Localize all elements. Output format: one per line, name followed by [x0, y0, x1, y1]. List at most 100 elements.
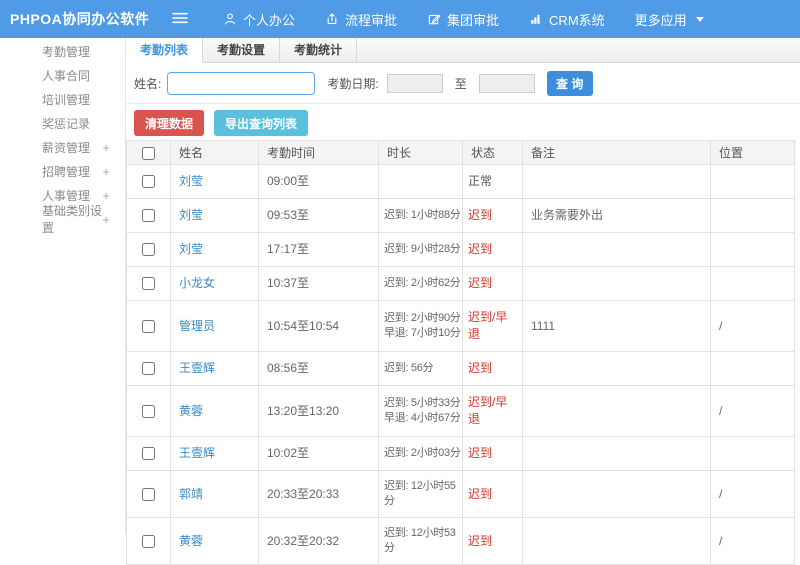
note-cell	[522, 436, 711, 471]
employee-name-link[interactable]: 郭靖	[179, 487, 203, 501]
note-cell	[522, 164, 711, 199]
tab-attendance-stats[interactable]: 考勤统计	[280, 38, 358, 62]
expand-plus-icon: +	[102, 163, 110, 179]
note-cell: 1111	[522, 300, 711, 352]
name-cell: 黄蓉	[170, 517, 259, 565]
sidebar-item-reward-punish-records[interactable]: 奖惩记录	[0, 111, 125, 135]
row-checkbox[interactable]	[142, 447, 155, 461]
approve-icon	[427, 12, 441, 26]
date-from-input[interactable]	[386, 73, 443, 93]
employee-name-link[interactable]: 黄蓉	[179, 534, 203, 548]
location-cell	[710, 266, 795, 301]
status-cell: 迟到	[462, 266, 523, 301]
row-checkbox[interactable]	[142, 487, 155, 501]
tab-attendance-list[interactable]: 考勤列表	[126, 38, 204, 63]
row-checkbox[interactable]	[142, 209, 155, 223]
location-cell: /	[710, 470, 795, 518]
status-badge: 迟到	[468, 276, 493, 290]
employee-name-link[interactable]: 小龙女	[179, 276, 215, 290]
row-checkbox[interactable]	[142, 277, 155, 291]
menu-toggle-button[interactable]	[172, 11, 188, 28]
status-cell: 迟到	[462, 198, 523, 233]
main-content: 考勤列表 考勤设置 考勤统计 姓名: 考勤日期: 至 查 询 清理数据 导出查询列表…	[126, 38, 800, 565]
duration-cell: 迟到: 12小时53 分	[378, 517, 463, 565]
row-checkbox[interactable]	[142, 175, 155, 189]
name-cell: 刘莹	[170, 198, 259, 233]
column-header: 位置	[710, 140, 795, 165]
column-header: 姓名	[170, 140, 259, 165]
date-to-label: 至	[454, 76, 467, 91]
status-badge: 迟到/早退	[468, 395, 508, 426]
date-to-input[interactable]	[478, 73, 535, 93]
select-all-checkbox[interactable]	[142, 146, 155, 160]
row-select-cell	[126, 164, 171, 199]
employee-name-link[interactable]: 刘莹	[179, 208, 203, 222]
time-cell: 09:53至	[258, 198, 379, 233]
note-cell	[522, 351, 711, 386]
location-cell: /	[710, 517, 795, 565]
row-select-cell	[126, 436, 171, 471]
export-list-button[interactable]: 导出查询列表	[214, 110, 309, 136]
sidebar-item-recruit-mgmt[interactable]: 招聘管理 +	[0, 159, 125, 183]
employee-name-link[interactable]: 王壹辉	[179, 446, 215, 460]
nav-item-crm-system[interactable]: CRM系统	[514, 0, 620, 38]
sidebar-nav: 个人桌面个人办公+流程审批+集团审批+CRM系统+行政办公+人力资源−考勤管理人…	[0, 38, 126, 532]
location-cell	[710, 198, 795, 233]
nav-item-label: CRM系统	[549, 12, 605, 28]
employee-name-link[interactable]: 管理员	[179, 319, 215, 333]
row-checkbox[interactable]	[142, 319, 155, 333]
sidebar-item-salary-mgmt[interactable]: 薪资管理 +	[0, 135, 125, 159]
duration-cell: 迟到: 2小时03分	[378, 436, 463, 471]
select-all-cell	[126, 140, 171, 165]
row-select-cell	[126, 266, 171, 301]
nav-item-label: 更多应用	[634, 12, 687, 28]
row-checkbox[interactable]	[142, 243, 155, 257]
sidebar-item-base-category-settings[interactable]: 基础类别设置 +	[0, 204, 125, 235]
duration-cell: 迟到: 5小时33分 早退: 4小时67分	[378, 385, 463, 437]
row-checkbox[interactable]	[142, 362, 155, 376]
time-cell: 09:00至	[258, 164, 379, 199]
name-cell: 管理员	[170, 300, 259, 352]
top-navbar: PHPOA协同办公软件 个人办公 流程审批 集团审批 CRM系统 更多应用	[0, 0, 800, 38]
duration-cell: 迟到: 2小时90分 早退: 7小时10分	[378, 300, 463, 352]
table-row: 郭靖 20:33至20:33 迟到: 12小时55 分迟到 /	[126, 470, 795, 518]
nav-item-more-apps[interactable]: 更多应用	[620, 0, 719, 38]
employee-name-link[interactable]: 刘莹	[179, 242, 203, 256]
chevron-down-icon	[695, 16, 704, 22]
sidebar-item-training-mgmt[interactable]: 培训管理	[0, 87, 125, 111]
note-cell	[522, 385, 711, 437]
row-checkbox[interactable]	[142, 404, 155, 418]
nav-item-personal-office[interactable]: 个人办公	[208, 0, 310, 38]
sidebar-item-hr-contract[interactable]: 人事合同	[0, 63, 125, 87]
search-button[interactable]: 查 询	[546, 70, 593, 96]
nav-item-workflow-approval[interactable]: 流程审批	[310, 0, 412, 38]
status-badge: 迟到	[468, 446, 493, 460]
sidebar-item-label: 招聘管理	[42, 164, 91, 179]
time-cell: 08:56至	[258, 351, 379, 386]
time-cell: 10:37至	[258, 266, 379, 301]
location-cell: /	[710, 385, 795, 437]
status-cell: 正常	[462, 164, 523, 199]
filter-bar: 姓名: 考勤日期: 至 查 询	[126, 63, 800, 104]
note-cell	[522, 517, 711, 565]
location-cell	[710, 436, 795, 471]
nav-item-group-approval[interactable]: 集团审批	[412, 0, 514, 38]
employee-name-link[interactable]: 刘莹	[179, 174, 203, 188]
name-input[interactable]	[167, 71, 316, 95]
employee-name-link[interactable]: 王壹辉	[179, 361, 215, 375]
status-cell: 迟到	[462, 436, 523, 471]
status-badge: 迟到	[468, 486, 493, 501]
note-cell	[522, 232, 711, 267]
time-cell: 13:20至13:20	[258, 385, 379, 437]
name-cell: 郭靖	[170, 470, 259, 518]
employee-name-link[interactable]: 黄蓉	[179, 404, 203, 418]
status-badge: 迟到/早退	[468, 310, 508, 341]
tab-attendance-setup[interactable]: 考勤设置	[203, 38, 281, 62]
name-cell: 王壹辉	[170, 351, 259, 386]
sidebar-item-attendance-mgmt[interactable]: 考勤管理	[0, 39, 125, 63]
clear-data-button[interactable]: 清理数据	[134, 110, 205, 136]
location-cell: /	[710, 300, 795, 352]
row-checkbox[interactable]	[142, 534, 155, 548]
row-select-cell	[126, 232, 171, 267]
column-header: 考勤时间	[258, 140, 379, 165]
